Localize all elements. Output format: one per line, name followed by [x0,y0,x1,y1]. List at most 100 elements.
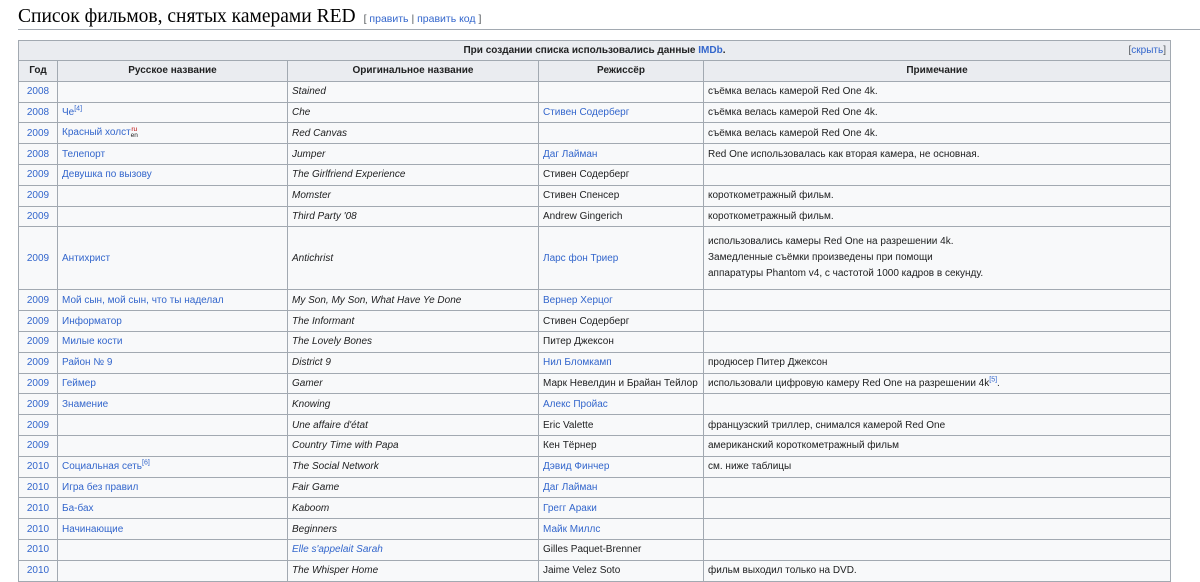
cell-russian-title [57,559,288,582]
year-link[interactable]: 2010 [27,461,49,472]
russian-title-link[interactable]: Девушка по вызову [62,169,152,180]
cell-year: 2010 [18,497,58,520]
director-link[interactable]: Грегг Араки [543,503,597,514]
cell-original-title: The Lovely Bones [287,330,539,353]
cell-original-title: Red Canvas [287,122,539,145]
hide-link[interactable]: скрыть [1131,45,1163,56]
year-link[interactable]: 2010 [27,482,49,493]
cell-russian-title [57,184,288,207]
cell-note: см. ниже таблицы [703,455,1171,478]
year-link[interactable]: 2009 [27,169,49,180]
year-link[interactable]: 2009 [27,128,49,139]
russian-title-link[interactable]: Че [62,107,74,118]
year-link[interactable]: 2009 [27,295,49,306]
column-header-year[interactable]: Год [18,60,58,82]
director-link[interactable]: Даг Лайман [543,149,597,160]
edit-code-link[interactable]: править код [417,13,475,25]
cell-director: Даг Лайман [538,143,704,165]
column-header-note[interactable]: Примечание [703,60,1171,82]
cell-original-title: Stained [287,80,539,103]
note-text: продюсер Питер Джексон [708,357,828,369]
year-link[interactable]: 2009 [27,253,49,264]
director-link[interactable]: Дэвид Финчер [543,461,609,472]
edit-separator: | [411,13,415,25]
russian-title-link[interactable]: Телепорт [62,149,105,160]
note-line: использовались камеры Red One на разреше… [708,236,954,248]
cell-russian-title: Девушка по вызову [57,163,288,186]
cell-year: 2008 [18,101,58,124]
imdb-link[interactable]: IMDb [698,45,722,56]
edit-link[interactable]: править [369,13,408,25]
year-link[interactable]: 2010 [27,524,49,535]
russian-title-link[interactable]: Ба-бах [62,503,94,514]
director-link[interactable]: Стивен Содерберг [543,107,629,118]
russian-title-link[interactable]: Мой сын, мой сын, что ты наделал [62,295,224,306]
year-link[interactable]: 2009 [27,357,49,368]
russian-title-link[interactable]: Начинающие [62,524,123,535]
year-link[interactable]: 2008 [27,107,49,118]
russian-title-link[interactable]: Знамение [62,399,108,410]
year-link[interactable]: 2010 [27,503,49,514]
russian-title-link[interactable]: Красный холст [62,127,131,138]
cell-year: 2009 [18,122,58,145]
table-caption: При создании списка использовались данны… [18,40,1171,61]
year-link[interactable]: 2008 [27,149,49,160]
note-text: американский короткометражный фильм [708,440,900,452]
year-link[interactable]: 2009 [27,190,49,201]
cell-original-title: The Girlfriend Experience [287,163,539,186]
russian-title-link[interactable]: Игра без правил [62,482,138,493]
russian-title-link[interactable]: Информатор [62,316,122,327]
cell-note: короткометражный фильм. [703,184,1171,207]
year-link[interactable]: 2010 [27,565,49,576]
reference-link[interactable]: [6] [142,460,150,467]
director-link[interactable]: Ларс фон Триер [543,253,618,264]
column-header-director[interactable]: Режиссёр [538,60,704,82]
year-link[interactable]: 2010 [27,544,49,555]
year-link[interactable]: 2009 [27,336,49,347]
cell-original-title[interactable]: Elle s'appelait Sarah [287,538,539,561]
table-row: 2009 Антихрист Antichrist Ларс фон Триер исп… [18,226,1171,291]
cell-year: 2010 [18,538,58,561]
cell-director: Алекс Пройас [538,393,704,416]
year-link[interactable]: 2009 [27,316,49,327]
cell-director: Стивен Содерберг [538,101,704,124]
cell-original-title: Antichrist [287,226,539,291]
reference-superscript: [5] [989,377,997,384]
lang-en-link[interactable]: en [131,133,138,140]
column-header-russian-title[interactable]: Русское название [57,60,288,82]
russian-title-link[interactable]: Геймер [62,378,96,389]
note-end: . [997,377,1000,389]
russian-title-link[interactable]: Антихрист [62,253,110,264]
cell-note [703,330,1171,353]
table-row: 2009 Third Party '08 Andrew Gingerich корот… [18,205,1171,228]
russian-title-link[interactable]: Район № 9 [62,357,112,368]
director-link[interactable]: Даг Лайман [543,482,597,493]
section-title: Список фильмов, снятых камерами RED [18,6,356,27]
cell-original-title: My Son, My Son, What Have Ye Done [287,289,539,312]
reference-link[interactable]: [5] [989,377,997,384]
table-row: 2009 Country Time with Papa Кен Тёрнер амер… [18,434,1171,457]
cell-note [703,310,1171,332]
year-link[interactable]: 2008 [27,86,49,97]
year-link[interactable]: 2009 [27,440,49,451]
russian-title-link[interactable]: Милые кости [62,336,123,347]
director-link[interactable]: Нил Бломкамп [543,357,612,368]
year-link[interactable]: 2009 [27,420,49,431]
cell-note: Red One использовалась как вторая камера… [703,143,1171,165]
table-row: 2008 Телепорт Jumper Даг Лайман Red One испо… [18,143,1171,165]
director-link[interactable]: Алекс Пройас [543,399,608,410]
director-link[interactable]: Вернер Херцог [543,295,613,306]
year-link[interactable]: 2009 [27,399,49,410]
russian-title-link[interactable]: Социальная сеть [62,461,142,472]
cell-note: американский короткометражный фильм [703,434,1171,457]
table-body: 2008 Stained съёмка велась камерой Red One… [18,80,1171,582]
year-link[interactable]: 2009 [27,378,49,389]
cell-director: Ларс фон Триер [538,226,704,291]
reference-link[interactable]: [4] [74,106,82,113]
cell-russian-title: Антихрист [57,226,288,291]
column-header-original-title[interactable]: Оригинальное название [287,60,539,82]
year-link[interactable]: 2009 [27,211,49,222]
cell-russian-title [57,414,288,436]
director-link[interactable]: Майк Миллс [543,524,600,535]
cell-original-title: Momster [287,184,539,207]
